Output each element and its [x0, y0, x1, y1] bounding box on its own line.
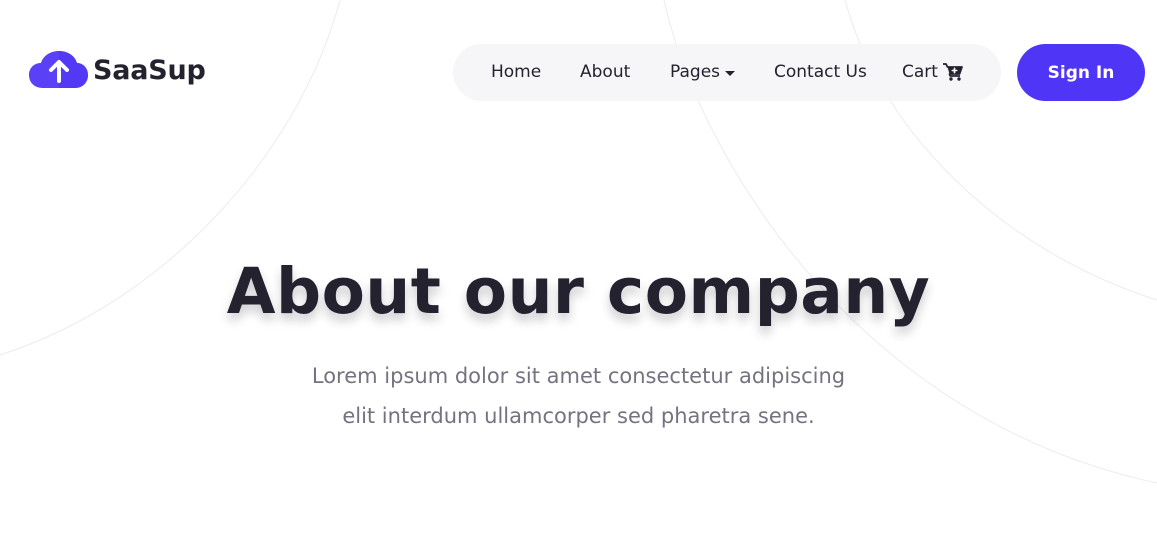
hero-section: About our company Lorem ipsum dolor sit …	[0, 240, 1157, 436]
page-title: About our company	[226, 255, 931, 328]
nav-item-contact-us[interactable]: Contact Us	[774, 44, 867, 101]
caret-down-icon	[725, 70, 736, 76]
cloud-upload-icon	[29, 51, 88, 88]
nav-item-label: Cart	[902, 62, 938, 82]
nav-item-cart[interactable]: Cart	[902, 44, 963, 101]
site-header: SaaSup Home About Pages Contact Us Cart …	[0, 0, 1157, 145]
hero-subtitle-line-2: elit interdum ullamcorper sed pharetra s…	[342, 404, 815, 428]
nav-item-pages[interactable]: Pages	[670, 44, 736, 101]
hero-subtitle-line-1: Lorem ipsum dolor sit amet consectetur a…	[311, 364, 846, 388]
nav-item-label: Home	[491, 62, 542, 82]
cart-plus-icon	[942, 62, 963, 81]
brand-logo[interactable]: SaaSup	[29, 51, 206, 89]
nav-item-label: Pages	[670, 62, 721, 82]
nav-item-label: Contact Us	[774, 62, 867, 82]
hero-subtitle: Lorem ipsum dolor sit amet consectetur a…	[269, 356, 889, 436]
nav-item-home[interactable]: Home	[491, 44, 541, 101]
nav-item-label: About	[580, 62, 631, 82]
brand-name: SaaSup	[93, 54, 206, 86]
main-nav: Home About Pages Contact Us Cart	[453, 44, 1001, 101]
nav-item-about[interactable]: About	[580, 44, 630, 101]
sign-in-button[interactable]: Sign In	[1017, 44, 1145, 101]
